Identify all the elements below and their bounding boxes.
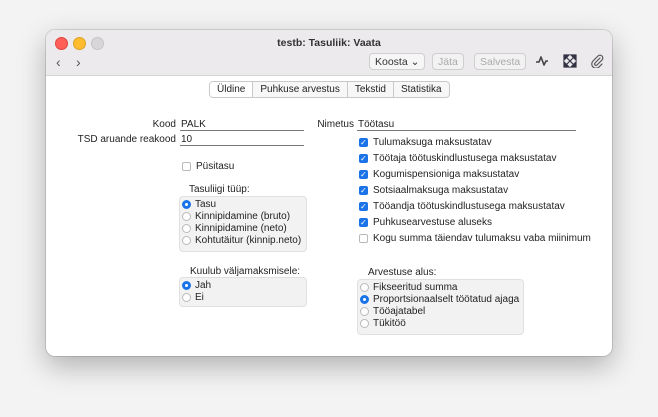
arvestuse-alus-title: Arvestuse alus: <box>368 267 437 278</box>
tsd-label: TSD aruande reakood <box>77 134 176 145</box>
jata-button[interactable]: Jäta <box>432 53 464 70</box>
radio-kinnipidamine-bruto[interactable]: Kinnipidamine (bruto) <box>182 211 290 222</box>
checkbox-box[interactable]: ✓ <box>359 170 368 179</box>
window-title: testb: Tasuliik: Vaata <box>277 37 381 49</box>
checkbox-label: Tööandja töötuskindlustusega maksustatav <box>373 201 565 212</box>
checkbox-label: Kogu summa täiendav tulumaksu vaba miini… <box>373 233 591 244</box>
checkbox-box[interactable] <box>182 162 191 171</box>
radio-label: Proportsionaalselt töötatud ajaga <box>373 294 520 305</box>
radio-proportsionaalselt[interactable]: Proportsionaalselt töötatud ajaga <box>360 294 519 305</box>
kuulub-title: Kuulub väljamaksmisele: <box>190 266 301 277</box>
radio-dot[interactable] <box>360 307 369 316</box>
main-window: testb: Tasuliik: Vaata ‹ › Koosta ⌄ Jäta… <box>46 30 612 356</box>
pusitasu-checkbox[interactable]: Püsitasu <box>182 161 234 172</box>
radio-kohtutaitur[interactable]: Kohtutäitur (kinnip.neto) <box>182 235 301 246</box>
paperclip-icon[interactable] <box>590 54 604 68</box>
pusitasu-label: Püsitasu <box>196 161 235 172</box>
checkbox-tootaja-tootuskindlustus[interactable]: ✓ Töötaja töötuskindlustusega maksustata… <box>359 153 556 164</box>
radio-jah[interactable]: Jah <box>182 280 211 291</box>
radio-label: Ei <box>195 292 204 303</box>
checkbox-box[interactable]: ✓ <box>359 186 368 195</box>
radio-dot[interactable] <box>182 224 191 233</box>
radio-label: Tasu <box>195 199 217 210</box>
tsd-field[interactable]: 10 <box>180 133 304 146</box>
radio-dot[interactable] <box>182 200 191 209</box>
radio-label: Kohtutäitur (kinnip.neto) <box>195 235 302 246</box>
tab-bar: Üldine Puhkuse arvestus Tekstid Statisti… <box>209 81 450 98</box>
radio-tasu[interactable]: Tasu <box>182 199 216 210</box>
radio-dot[interactable] <box>182 281 191 290</box>
tasuliigi-tyyp-title: Tasuliigi tüüp: <box>189 184 250 195</box>
kood-label: Kood <box>152 119 176 130</box>
tab-puhkuse-arvestus[interactable]: Puhkuse arvestus <box>252 82 347 97</box>
kood-field[interactable]: PALK <box>180 118 304 131</box>
radio-tukitoo[interactable]: Tükitöö <box>360 318 406 329</box>
radio-dot[interactable] <box>360 295 369 304</box>
checkbox-tulumaks[interactable]: ✓ Tulumaksuga maksustatav <box>359 137 492 148</box>
checkbox-label: Töötaja töötuskindlustusega maksustatav <box>373 153 557 164</box>
checkbox-label: Sotsiaalmaksuga maksustatav <box>373 185 509 196</box>
radio-dot[interactable] <box>182 212 191 221</box>
koosta-menu-button[interactable]: Koosta ⌄ <box>369 53 426 70</box>
checkbox-tulumaksu-vaba-miinimum[interactable]: Kogu summa täiendav tulumaksu vaba miini… <box>359 233 591 244</box>
checkbox-box[interactable]: ✓ <box>359 218 368 227</box>
radio-kinnipidamine-neto[interactable]: Kinnipidamine (neto) <box>182 223 287 234</box>
tab-statistika[interactable]: Statistika <box>392 82 449 97</box>
tab-tekstid[interactable]: Tekstid <box>346 82 393 97</box>
checkbox-label: Tulumaksuga maksustatav <box>373 137 492 148</box>
checkbox-box[interactable]: ✓ <box>359 202 368 211</box>
radio-tooajatabel[interactable]: Tööajatabel <box>360 306 425 317</box>
nimetus-label: Nimetus <box>317 119 354 130</box>
title-bar: testb: Tasuliik: Vaata ‹ › Koosta ⌄ Jäta… <box>46 30 612 76</box>
activity-icon[interactable] <box>535 54 549 68</box>
nimetus-field[interactable]: Töötasu <box>357 118 576 131</box>
radio-fikseeritud-summa[interactable]: Fikseeritud summa <box>360 282 457 293</box>
forward-button[interactable]: › <box>76 55 81 69</box>
checkbox-box[interactable]: ✓ <box>359 138 368 147</box>
checkbox-box[interactable] <box>359 234 368 243</box>
checkbox-kogumispension[interactable]: ✓ Kogumispensioniga maksustatav <box>359 169 519 180</box>
checkbox-label: Puhkusearvestuse aluseks <box>373 217 492 228</box>
radio-dot[interactable] <box>360 283 369 292</box>
checkbox-tooandja-tootuskindlustus[interactable]: ✓ Tööandja töötuskindlustusega maksustat… <box>359 201 565 212</box>
checkbox-box[interactable]: ✓ <box>359 154 368 163</box>
radio-label: Fikseeritud summa <box>373 282 458 293</box>
radio-dot[interactable] <box>182 293 191 302</box>
radio-label: Tükitöö <box>373 318 406 329</box>
radio-ei[interactable]: Ei <box>182 292 204 303</box>
expand-icon[interactable] <box>563 54 577 68</box>
radio-label: Jah <box>195 280 212 291</box>
radio-label: Kinnipidamine (bruto) <box>195 211 291 222</box>
salvesta-button[interactable]: Salvesta <box>474 53 527 70</box>
radio-dot[interactable] <box>360 319 369 328</box>
checkbox-sotsiaalmaks[interactable]: ✓ Sotsiaalmaksuga maksustatav <box>359 185 508 196</box>
checkbox-label: Kogumispensioniga maksustatav <box>373 169 520 180</box>
radio-label: Tööajatabel <box>373 306 426 317</box>
back-button[interactable]: ‹ <box>56 55 61 69</box>
checkbox-puhkusearvestus[interactable]: ✓ Puhkusearvestuse aluseks <box>359 217 492 228</box>
radio-label: Kinnipidamine (neto) <box>195 223 287 234</box>
radio-dot[interactable] <box>182 236 191 245</box>
tab-uldine[interactable]: Üldine <box>210 82 253 97</box>
